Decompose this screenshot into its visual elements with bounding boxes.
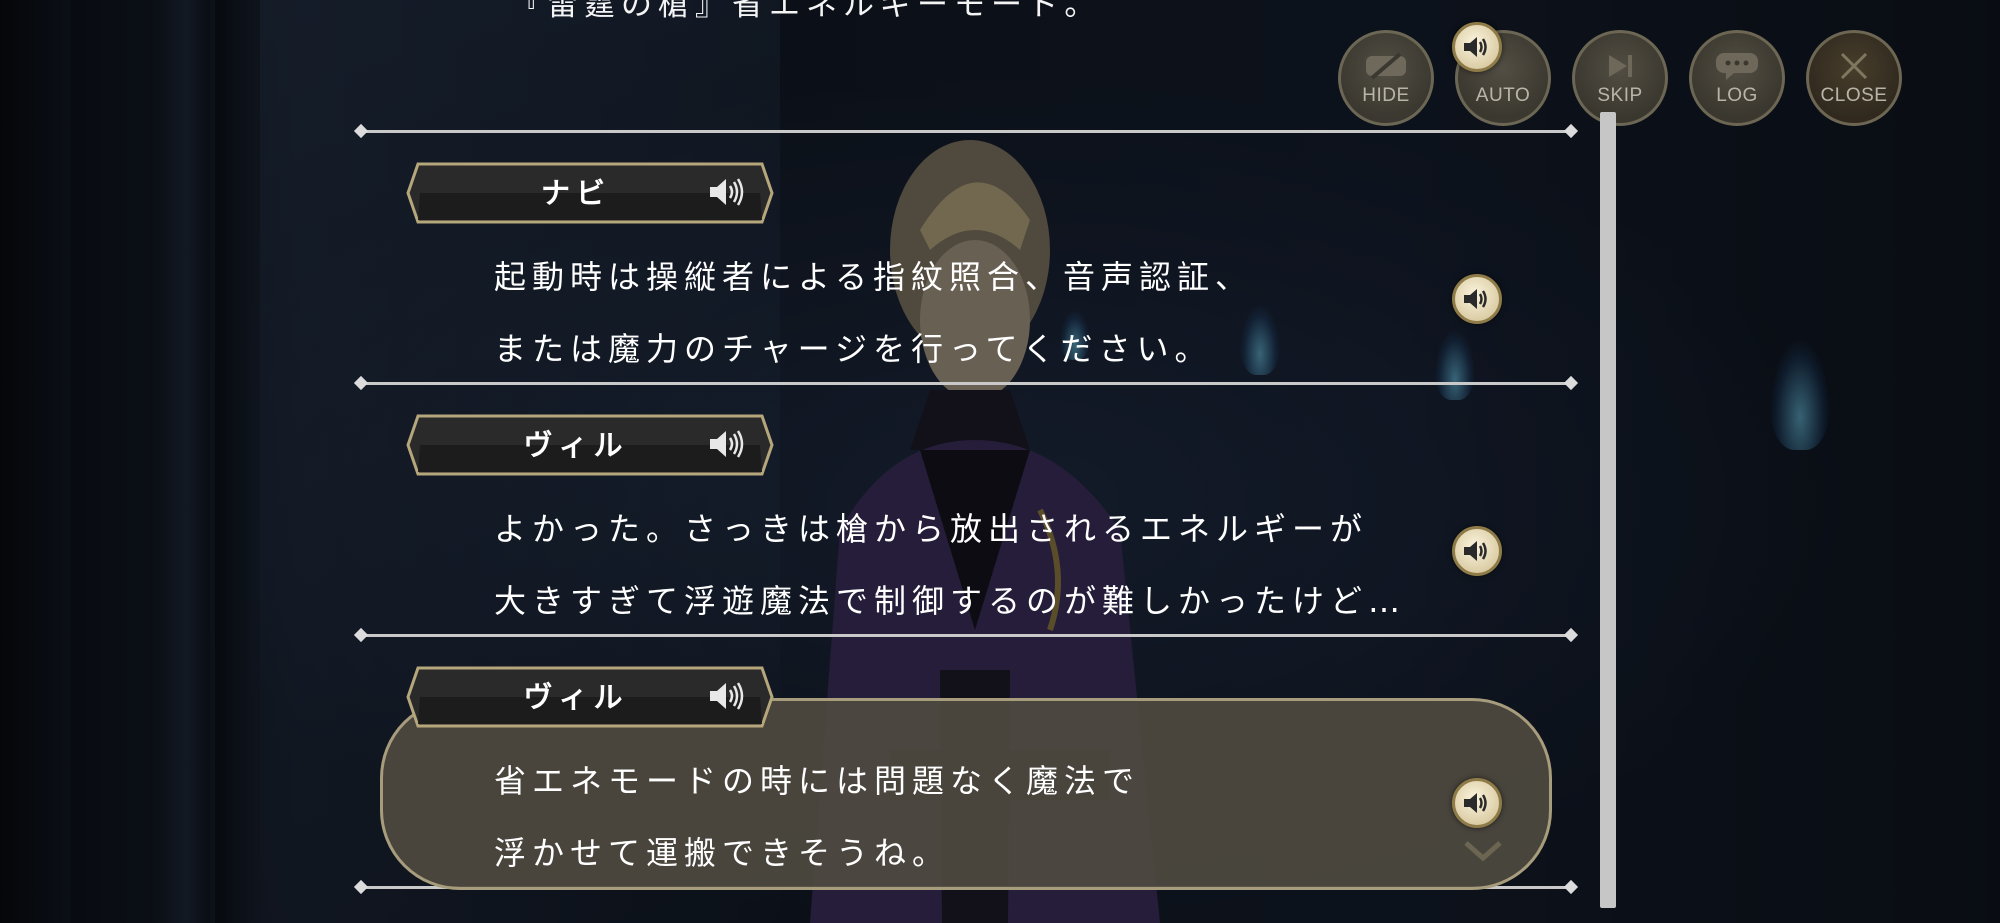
dialogue-line: または魔力のチャージを行ってください。: [494, 330, 1213, 368]
dialogue-line: 大きすぎて浮遊魔法で制御するのが難しかったけど…: [494, 582, 1407, 620]
skip-label: SKIP: [1597, 85, 1643, 106]
speaker-icon[interactable]: [708, 176, 746, 208]
dialogue-line: 浮かせて運搬できそうね。: [494, 834, 951, 872]
voice-replay-button[interactable]: [1452, 274, 1502, 324]
speaker-icon[interactable]: [708, 680, 746, 712]
chevron-down-icon: [1464, 841, 1502, 862]
log-divider: [360, 130, 1572, 133]
log-divider: [360, 634, 1572, 637]
close-icon: [1838, 49, 1870, 83]
voice-replay-button[interactable]: [1452, 778, 1502, 828]
log-label: LOG: [1716, 85, 1758, 106]
speaker-icon: [1464, 793, 1487, 813]
close-label: CLOSE: [1820, 85, 1888, 106]
voice-replay-button[interactable]: [1452, 526, 1502, 576]
dialogue-line: よかった。さっきは槍から放出されるエネルギーが: [494, 510, 1369, 548]
speaker-name: ナビ: [540, 176, 611, 210]
speaker-nameplate: ヴィル: [406, 666, 774, 728]
hide-icon: [1364, 49, 1408, 83]
speaker-icon[interactable]: [708, 428, 746, 460]
speaker-icon: [1464, 541, 1487, 561]
log-button[interactable]: LOG: [1689, 30, 1785, 126]
speaker-nameplate: ナビ: [406, 162, 774, 224]
hide-button[interactable]: HIDE: [1338, 30, 1434, 126]
speaker-nameplate: ヴィル: [406, 414, 774, 476]
auto-label: AUTO: [1475, 85, 1531, 106]
voice-replay-button-previous[interactable]: [1452, 22, 1502, 72]
skip-icon: [1603, 49, 1637, 83]
speaker-name: ヴィル: [523, 680, 629, 714]
speaker-name: ヴィル: [523, 428, 629, 462]
skip-button[interactable]: SKIP: [1572, 30, 1668, 126]
speaker-icon: [1464, 289, 1487, 309]
dialogue-line: 省エネモードの時には問題なく魔法で: [494, 762, 1141, 800]
dialogue-line: 起動時は操縦者による指紋照合、音声認証、: [494, 258, 1254, 296]
log-divider: [360, 382, 1572, 385]
previous-dialogue-line: 『雷霆の槍』省エネルギーモード。: [510, 0, 1102, 23]
hide-label: HIDE: [1362, 85, 1410, 106]
log-scrollbar[interactable]: [1600, 112, 1616, 908]
chat-bubble-icon: [1714, 49, 1760, 83]
close-button[interactable]: CLOSE: [1806, 30, 1902, 126]
speaker-icon: [1464, 37, 1487, 57]
